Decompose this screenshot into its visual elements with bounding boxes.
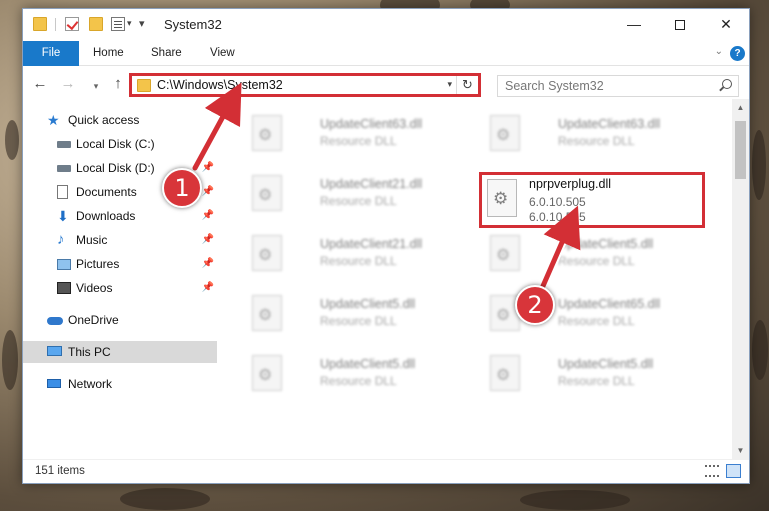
step-1-badge: 1 <box>162 168 202 208</box>
arrow-2 <box>540 205 581 289</box>
step-2-badge: 2 <box>515 285 555 325</box>
annotation-arrows <box>190 82 581 291</box>
arrow-1 <box>192 82 242 171</box>
